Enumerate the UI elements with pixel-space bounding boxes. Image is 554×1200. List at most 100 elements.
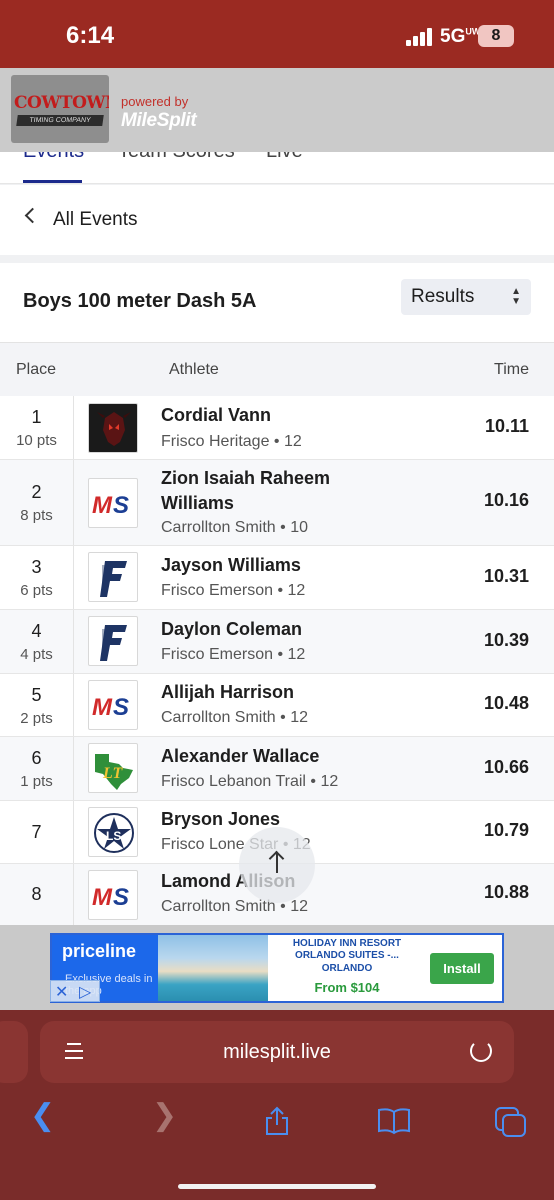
browser-toolbar: milesplit.live ❮ ❯ bbox=[0, 1010, 554, 1200]
lone-star-logo-icon: LS bbox=[88, 807, 138, 857]
place-points: 2 pts bbox=[20, 710, 53, 727]
result-time: 10.16 bbox=[483, 490, 529, 510]
heritage-logo-icon bbox=[88, 403, 138, 453]
event-results-card: Boys 100 meter Dash 5A Results ▲ ▼ Place … bbox=[0, 263, 554, 925]
header-athlete: Athlete bbox=[169, 361, 219, 378]
emerson-logo-icon bbox=[88, 552, 138, 602]
powered-by-label: powered by bbox=[121, 94, 189, 109]
place-number: 8 bbox=[31, 884, 42, 904]
athlete-name[interactable]: Daylon Coleman bbox=[161, 617, 381, 642]
table-row[interactable]: 1 10 pts Cordial Vann Frisco Heritage • … bbox=[0, 396, 554, 460]
tab-bar: Events Team Scores Live bbox=[0, 152, 554, 184]
place-number: 5 bbox=[31, 685, 42, 705]
network-label: 5GUW bbox=[440, 26, 481, 47]
result-time: 10.88 bbox=[483, 882, 529, 902]
view-select[interactable]: Results ▲ ▼ bbox=[401, 279, 531, 315]
table-row[interactable]: 6 1 pts LT Alexander Wallace Frisco Leba… bbox=[0, 737, 554, 801]
battery-icon: 8 bbox=[478, 25, 514, 47]
result-time: 10.31 bbox=[483, 566, 529, 586]
svg-text:S: S bbox=[113, 492, 129, 519]
status-time: 6:14 bbox=[66, 22, 115, 49]
athlete-school: Frisco Emerson • 12 bbox=[161, 646, 306, 663]
forward-button: ❯ bbox=[152, 1099, 178, 1132]
result-time: 10.48 bbox=[483, 693, 529, 713]
ad-install-button[interactable]: Install bbox=[430, 953, 494, 984]
close-icon[interactable]: ✕ bbox=[55, 982, 68, 1002]
emerson-logo-icon bbox=[88, 616, 138, 666]
all-events-link[interactable]: All Events bbox=[0, 185, 554, 255]
svg-text:S: S bbox=[113, 884, 129, 911]
home-indicator bbox=[178, 1184, 376, 1189]
place-points: 4 pts bbox=[20, 646, 53, 663]
table-row[interactable]: 4 4 pts Daylon Coleman Frisco Emerson • … bbox=[0, 610, 554, 674]
status-bar: 6:14 5GUW 8 bbox=[0, 0, 554, 68]
view-select-value: Results bbox=[411, 286, 475, 307]
result-time: 10.79 bbox=[483, 820, 529, 840]
ad-hotel-image bbox=[158, 935, 268, 1001]
chevron-left-icon bbox=[24, 207, 41, 224]
svg-text:LT: LT bbox=[102, 765, 123, 782]
athlete-name[interactable]: Allijah Harrison bbox=[161, 680, 381, 705]
bookmarks-icon[interactable] bbox=[376, 1106, 412, 1136]
athlete-name[interactable]: Alexander Wallace bbox=[161, 744, 381, 769]
select-arrows-icon: ▲ ▼ bbox=[511, 286, 521, 307]
athlete-school: Carrollton Smith • 12 bbox=[161, 709, 308, 726]
header-place: Place bbox=[16, 361, 57, 378]
logo-subtitle: TIMING COMPANY bbox=[16, 115, 104, 126]
ms-logo-icon: MS bbox=[88, 870, 138, 920]
athlete-school: Frisco Lebanon Trail • 12 bbox=[161, 773, 339, 790]
place-number: 2 bbox=[31, 482, 42, 502]
table-row[interactable]: 2 8 pts MS Zion Isaiah Raheem Williams C… bbox=[0, 460, 554, 546]
place-points: 6 pts bbox=[20, 582, 53, 599]
athlete-name[interactable]: Zion Isaiah Raheem Williams bbox=[161, 466, 381, 516]
svg-text:LS: LS bbox=[106, 829, 121, 843]
athlete-school: Carrollton Smith • 10 bbox=[161, 519, 308, 536]
header-time: Time bbox=[494, 361, 529, 378]
athlete-name[interactable]: Jayson Williams bbox=[161, 553, 381, 578]
lebanon-trail-logo-icon: LT bbox=[88, 743, 138, 793]
place-number: 7 bbox=[31, 822, 42, 842]
result-time: 10.39 bbox=[483, 630, 529, 650]
all-events-label: All Events bbox=[53, 209, 138, 230]
address-bar[interactable]: milesplit.live bbox=[40, 1021, 514, 1083]
svg-text:M: M bbox=[92, 492, 113, 519]
tab-team-scores[interactable]: Team Scores bbox=[118, 152, 235, 163]
table-row[interactable]: 5 2 pts MS Allijah Harrison Carrollton S… bbox=[0, 674, 554, 737]
ad-choices-icon[interactable]: ▷ bbox=[79, 982, 91, 1002]
milesplit-logo[interactable]: MileSplit bbox=[121, 110, 197, 132]
scroll-to-top-button[interactable] bbox=[239, 827, 315, 903]
ad-city: ORLANDO bbox=[321, 963, 373, 974]
tab-events[interactable]: Events bbox=[23, 152, 84, 163]
url-text: milesplit.live bbox=[223, 1041, 331, 1063]
previous-tab-peek[interactable] bbox=[0, 1021, 28, 1083]
results-table-header: Place Athlete Time bbox=[0, 342, 554, 396]
table-row[interactable]: 3 6 pts Jayson Williams Frisco Emerson •… bbox=[0, 546, 554, 610]
place-number: 3 bbox=[31, 557, 42, 577]
priceline-ad[interactable]: priceline Exclusive deals in the app HOL… bbox=[50, 933, 504, 1003]
back-button[interactable]: ❮ bbox=[30, 1098, 55, 1133]
active-tab-indicator bbox=[23, 180, 82, 183]
athlete-school: Frisco Emerson • 12 bbox=[161, 582, 306, 599]
ms-logo-icon: MS bbox=[88, 478, 138, 528]
place-number: 1 bbox=[31, 407, 42, 427]
place-points: 1 pts bbox=[20, 773, 53, 790]
tab-live[interactable]: Live bbox=[266, 152, 303, 163]
ad-brand: priceline bbox=[62, 941, 137, 961]
result-time: 10.11 bbox=[484, 416, 529, 436]
place-number: 4 bbox=[31, 621, 42, 641]
share-icon[interactable] bbox=[263, 1106, 291, 1136]
cowtown-logo[interactable]: COWTOWN TIMING COMPANY bbox=[11, 75, 109, 143]
ad-close-controls[interactable]: ✕ ▷ bbox=[50, 980, 100, 1002]
place-points: 8 pts bbox=[20, 507, 53, 524]
tabs-overview-icon[interactable] bbox=[494, 1106, 528, 1138]
reload-icon[interactable] bbox=[470, 1040, 492, 1062]
athlete-name[interactable]: Cordial Vann bbox=[161, 403, 381, 428]
signal-icon bbox=[406, 28, 434, 46]
svg-text:S: S bbox=[113, 694, 129, 721]
place-points: 10 pts bbox=[16, 432, 57, 449]
event-title: Boys 100 meter Dash 5A bbox=[23, 290, 257, 312]
athlete-school: Frisco Heritage • 12 bbox=[161, 433, 302, 450]
svg-text:M: M bbox=[92, 884, 113, 911]
place-number: 6 bbox=[31, 748, 42, 768]
result-time: 10.66 bbox=[483, 757, 529, 777]
